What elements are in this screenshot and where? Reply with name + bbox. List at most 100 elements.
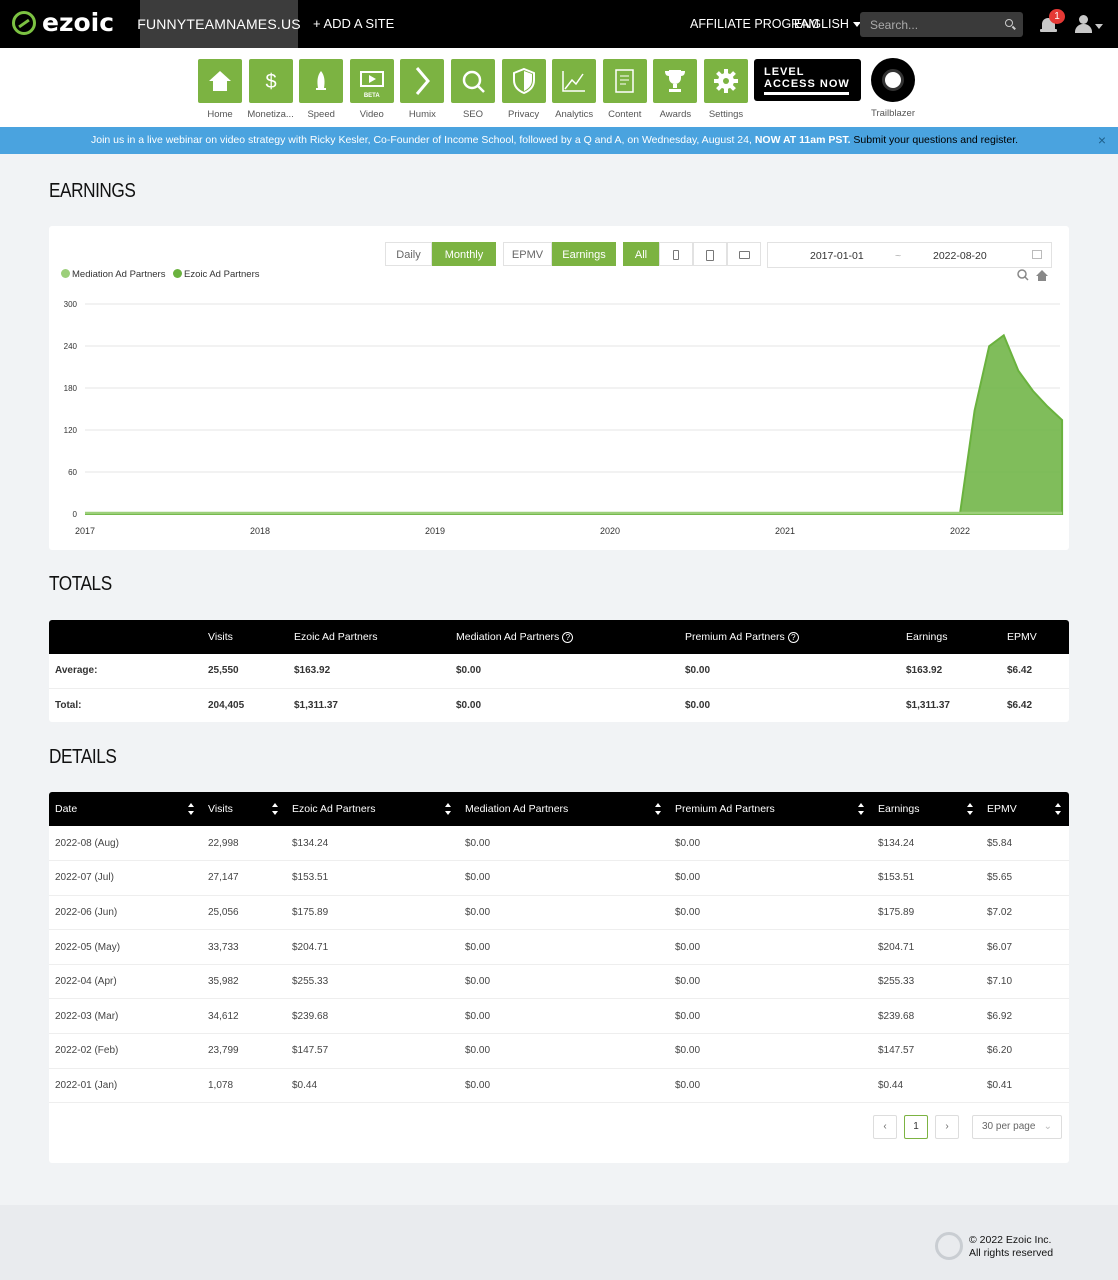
column-header-label: Premium Ad Partners xyxy=(685,631,785,643)
tablet-button[interactable] xyxy=(693,242,727,266)
epmv-button[interactable]: EPMV xyxy=(503,242,552,266)
nav-item-video[interactable]: BETA Video xyxy=(349,59,394,120)
nav-item-content[interactable]: Content xyxy=(602,59,647,120)
column-header[interactable]: Mediation Ad Partners xyxy=(459,792,669,826)
table-cell: 2022-02 (Feb) xyxy=(49,1033,202,1069)
search-input[interactable]: Search... xyxy=(860,12,1023,37)
legend-label: Ezoic Ad Partners xyxy=(184,269,260,280)
table-cell: $0.00 xyxy=(459,964,669,1000)
table-cell: $0.00 xyxy=(669,964,872,1000)
chevron-down-icon[interactable] xyxy=(1095,24,1103,29)
daily-button[interactable]: Daily xyxy=(385,242,432,266)
top-bar: ezoic FUNNYTEAMNAMES.US + ADD A SITE AFF… xyxy=(0,0,1118,48)
nav-label: Privacy xyxy=(508,109,540,120)
totals-card: Visits Ezoic Ad Partners Mediation Ad Part… xyxy=(49,620,1069,722)
magnifier-icon xyxy=(451,59,495,103)
prev-page-button[interactable]: ‹ xyxy=(873,1115,897,1139)
table-cell: $0.00 xyxy=(669,895,872,931)
help-icon[interactable]: ? xyxy=(562,631,574,643)
footer-text: © 2022 Ezoic Inc. All rights reserved xyxy=(969,1234,1053,1260)
rocket-icon xyxy=(299,59,344,103)
level-access-button[interactable]: LEVEL ACCESS NOW xyxy=(754,59,861,101)
add-site-link[interactable]: + ADD A SITE xyxy=(313,16,394,31)
table-row: Average: 25,550 $163.92 $0.00 $0.00 $163.92 $6… xyxy=(49,654,1069,689)
table-cell: $5.84 xyxy=(981,826,1069,862)
table-cell: Total: xyxy=(49,688,202,722)
monthly-button[interactable]: Monthly xyxy=(432,242,496,266)
zoom-icon[interactable] xyxy=(1017,269,1029,281)
search-icon[interactable] xyxy=(1005,19,1013,27)
earnings-button[interactable]: Earnings xyxy=(552,242,616,266)
sort-icon[interactable] xyxy=(655,803,661,815)
ezoic-logo[interactable]: ezoic xyxy=(12,8,115,37)
site-selector[interactable]: FUNNYTEAMNAMES.US xyxy=(137,0,301,48)
help-icon[interactable]: ? xyxy=(787,631,799,643)
sort-icon[interactable] xyxy=(188,803,194,815)
legend-ezoic[interactable]: Ezoic Ad Partners xyxy=(173,269,260,280)
nav-item-home[interactable]: Home xyxy=(198,59,242,120)
table-cell: $147.57 xyxy=(872,1033,981,1069)
column-header[interactable]: Date xyxy=(49,792,202,826)
all-devices-button[interactable]: All xyxy=(623,242,659,266)
column-header[interactable]: Premium Ad Partners xyxy=(669,792,872,826)
nav-item-analytics[interactable]: Analytics xyxy=(552,59,597,120)
nav-item-seo[interactable]: SEO xyxy=(451,59,495,120)
line-chart-icon xyxy=(552,59,597,103)
desktop-button[interactable] xyxy=(727,242,761,266)
chevron-down-icon: ⌄ xyxy=(1043,1121,1052,1132)
table-cell: $153.51 xyxy=(872,860,981,896)
nav-item-monetiza[interactable]: $ Monetiza... xyxy=(247,59,294,120)
earnings-title: EARNINGS xyxy=(49,180,136,202)
details-card: Date Visits Ezoic Ad Partners Mediation Ad … xyxy=(49,792,1069,1163)
nav-item-privacy[interactable]: Privacy xyxy=(501,59,546,120)
language-dropdown[interactable]: ENGLISH xyxy=(794,17,861,31)
column-header[interactable]: Earnings xyxy=(872,792,981,826)
sort-icon[interactable] xyxy=(1055,803,1061,815)
reset-home-icon[interactable] xyxy=(1036,270,1048,281)
user-icon[interactable] xyxy=(1075,15,1092,34)
nav-item-humix[interactable]: Humix xyxy=(400,59,445,120)
logo-text: ezoic xyxy=(42,8,115,37)
sort-icon[interactable] xyxy=(272,803,278,815)
y-tick-label: 180 xyxy=(64,384,78,393)
sort-icon[interactable] xyxy=(858,803,864,815)
column-header-label: Premium Ad Partners xyxy=(675,803,775,815)
table-cell: $1,311.37 xyxy=(288,688,450,722)
mobile-button[interactable] xyxy=(659,242,693,266)
ezoic-footer-logo xyxy=(935,1232,963,1260)
close-icon[interactable]: × xyxy=(1098,127,1106,154)
table-cell: 2022-01 (Jan) xyxy=(49,1068,202,1104)
level-line1: LEVEL xyxy=(764,66,805,78)
nav-item-speed[interactable]: Speed xyxy=(299,59,344,120)
table-cell: $6.20 xyxy=(981,1033,1069,1069)
table-cell: $0.00 xyxy=(459,998,669,1035)
column-header[interactable]: EPMV xyxy=(981,792,1069,826)
column-header[interactable]: Visits xyxy=(202,792,286,826)
nav-label: Speed xyxy=(307,109,335,120)
sort-icon[interactable] xyxy=(967,803,973,815)
totals-table: Visits Ezoic Ad Partners Mediation Ad Part… xyxy=(49,620,1069,722)
page-1-button[interactable]: 1 xyxy=(904,1115,928,1139)
nav-item-awards[interactable]: Awards xyxy=(653,59,698,120)
svg-text:$: $ xyxy=(265,71,276,93)
date-to[interactable]: 2022-08-20 xyxy=(933,250,987,262)
calendar-icon[interactable] xyxy=(1032,250,1042,259)
column-header[interactable]: Ezoic Ad Partners xyxy=(286,792,459,826)
date-from[interactable]: 2017-01-01 xyxy=(810,250,864,262)
sort-icon[interactable] xyxy=(445,803,451,815)
legend-mediation[interactable]: Mediation Ad Partners xyxy=(61,269,165,280)
search-placeholder: Search... xyxy=(870,18,919,32)
next-page-button[interactable]: › xyxy=(935,1115,959,1139)
y-tick-label: 0 xyxy=(73,510,78,519)
nav-item-settings[interactable]: Settings xyxy=(704,59,748,120)
table-cell: $0.00 xyxy=(450,654,679,689)
nav-label: Settings xyxy=(708,109,744,120)
trailblazer-icon[interactable] xyxy=(871,58,915,102)
table-cell: $7.02 xyxy=(981,895,1069,931)
date-range-picker[interactable]: 2017-01-01 ~ 2022-08-20 xyxy=(767,242,1052,268)
y-tick-label: 60 xyxy=(68,468,77,477)
banner-register-link[interactable]: Submit your questions and register. xyxy=(851,134,1018,146)
tablet-icon xyxy=(706,249,714,261)
nav-label: Awards xyxy=(659,109,692,120)
per-page-select[interactable]: 30 per page ⌄ xyxy=(972,1115,1062,1139)
